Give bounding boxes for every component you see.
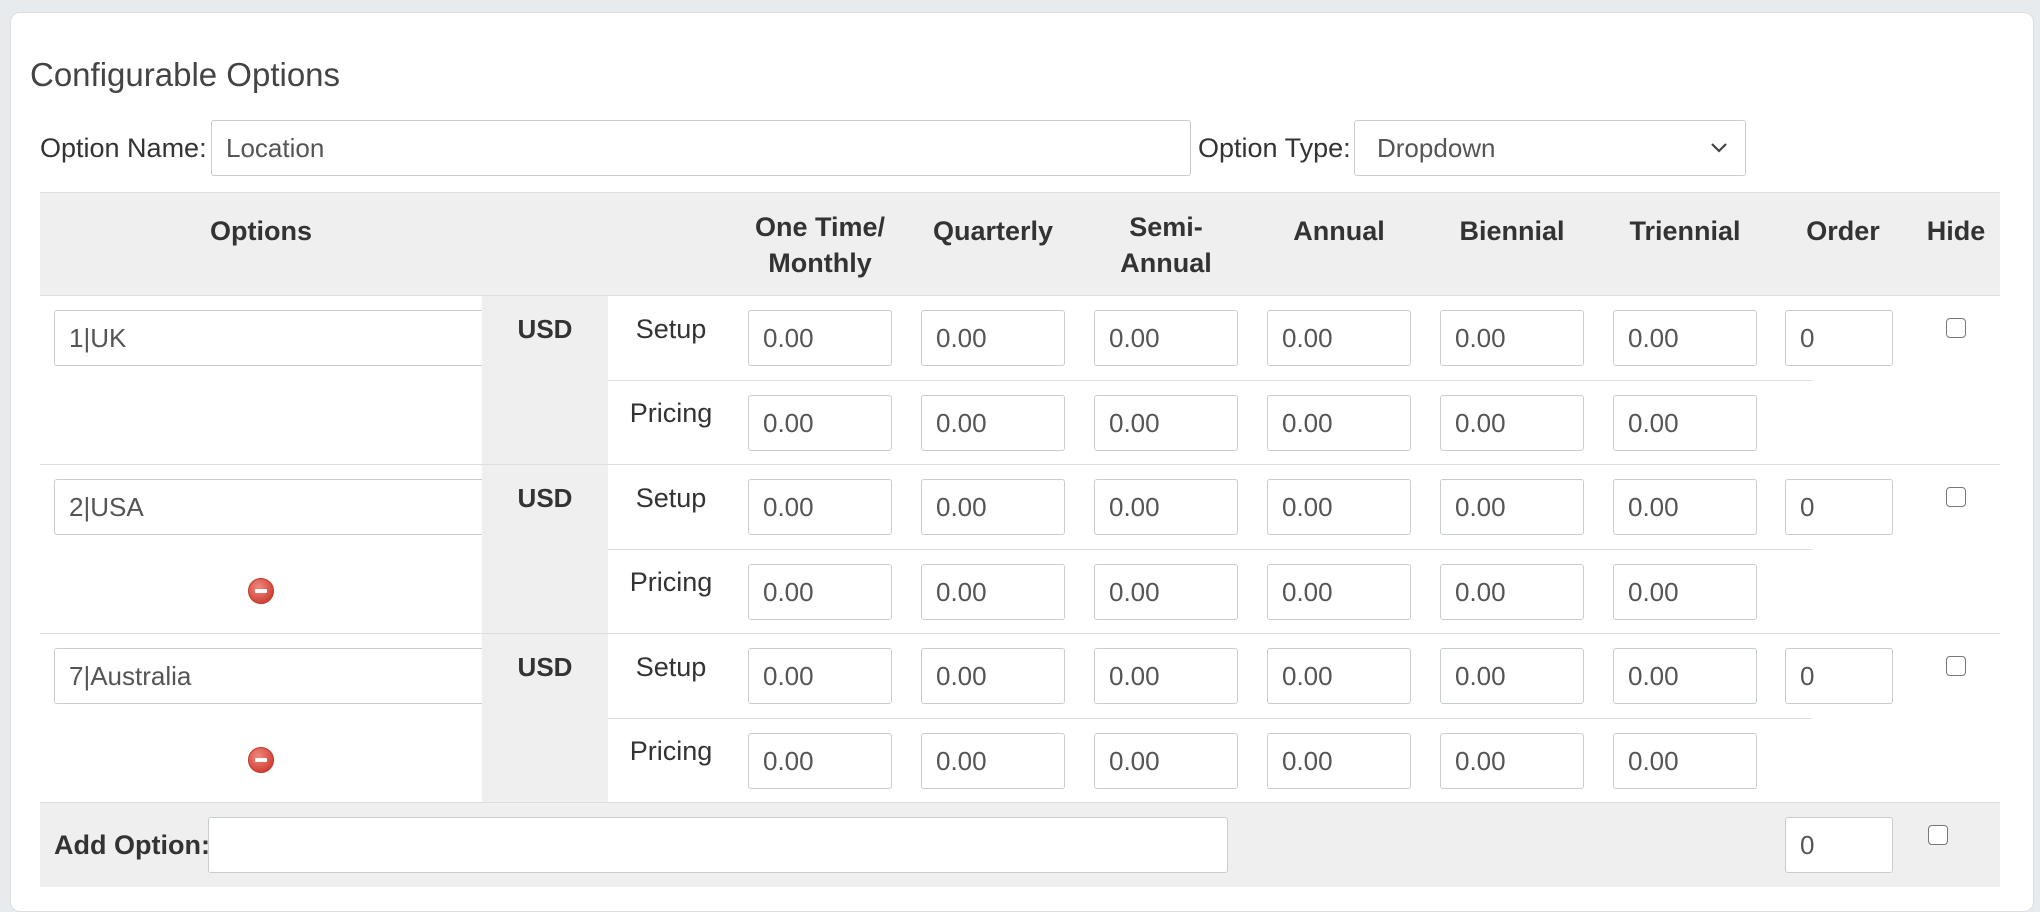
setup-triennial-input[interactable] [1613, 310, 1757, 366]
header-monthly: One Time/Monthly [754, 212, 886, 278]
currency-label: USD [517, 314, 573, 344]
setup-label: Setup [635, 483, 707, 513]
setup-annual-input[interactable] [1267, 648, 1411, 704]
add-option-input[interactable] [208, 817, 1228, 873]
setup-monthly-input[interactable] [748, 648, 892, 704]
option-type-value: Dropdown [1377, 133, 1496, 163]
currency-label: USD [517, 483, 573, 513]
remove-circle-icon[interactable] [248, 578, 274, 604]
setup-label: Setup [635, 652, 707, 682]
header-semi-annual: Semi- Annual [1120, 212, 1212, 278]
header-order: Order [1806, 216, 1880, 246]
pricing-monthly-input[interactable] [748, 564, 892, 620]
option-row: USD Setup Pricing [40, 634, 2000, 803]
pricing-table-header: Options One Time/Monthly Quarterly Semi-… [40, 192, 2000, 296]
setup-quarterly-input[interactable] [921, 479, 1065, 535]
option-name-field[interactable] [54, 310, 508, 366]
option-row: USD Setup Pricing [40, 296, 2000, 465]
header-triennial: Triennial [1629, 216, 1741, 246]
remove-circle-icon[interactable] [248, 747, 274, 773]
setup-annual-input[interactable] [1267, 479, 1411, 535]
setup-quarterly-input[interactable] [921, 310, 1065, 366]
add-option-order-input[interactable] [1785, 817, 1893, 873]
option-name-field[interactable] [54, 648, 508, 704]
header-biennial: Biennial [1459, 216, 1565, 246]
header-annual: Annual [1293, 216, 1385, 246]
order-input[interactable] [1785, 479, 1893, 535]
option-name-label: Option Name: [40, 133, 207, 163]
setup-monthly-input[interactable] [748, 479, 892, 535]
header-options: Options [210, 216, 312, 246]
pricing-annual-input[interactable] [1267, 564, 1411, 620]
order-input[interactable] [1785, 648, 1893, 704]
add-option-bar: Add Option: [40, 803, 2000, 887]
pricing-triennial-input[interactable] [1613, 395, 1757, 451]
pricing-label: Pricing [629, 736, 713, 766]
add-option-hide-checkbox[interactable] [1928, 825, 1948, 845]
pricing-annual-input[interactable] [1267, 395, 1411, 451]
pricing-monthly-input[interactable] [748, 733, 892, 789]
pricing-biennial-input[interactable] [1440, 564, 1584, 620]
setup-semi-annual-input[interactable] [1094, 310, 1238, 366]
order-input[interactable] [1785, 310, 1893, 366]
setup-biennial-input[interactable] [1440, 310, 1584, 366]
setup-triennial-input[interactable] [1613, 648, 1757, 704]
setup-triennial-input[interactable] [1613, 479, 1757, 535]
pricing-monthly-input[interactable] [748, 395, 892, 451]
chevron-down-icon [1711, 143, 1727, 153]
header-quarterly: Quarterly [932, 216, 1054, 246]
pricing-quarterly-input[interactable] [921, 733, 1065, 789]
option-name-field[interactable] [54, 479, 508, 535]
pricing-quarterly-input[interactable] [921, 564, 1065, 620]
currency-label: USD [517, 652, 573, 682]
pricing-biennial-input[interactable] [1440, 733, 1584, 789]
pricing-triennial-input[interactable] [1613, 564, 1757, 620]
pricing-quarterly-input[interactable] [921, 395, 1065, 451]
pricing-semi-annual-input[interactable] [1094, 395, 1238, 451]
option-type-label: Option Type: [1198, 133, 1351, 163]
header-hide: Hide [1926, 216, 1986, 246]
hide-checkbox[interactable] [1946, 656, 1966, 676]
setup-monthly-input[interactable] [748, 310, 892, 366]
setup-biennial-input[interactable] [1440, 648, 1584, 704]
setup-biennial-input[interactable] [1440, 479, 1584, 535]
pricing-triennial-input[interactable] [1613, 733, 1757, 789]
pricing-semi-annual-input[interactable] [1094, 564, 1238, 620]
pricing-biennial-input[interactable] [1440, 395, 1584, 451]
setup-quarterly-input[interactable] [921, 648, 1065, 704]
pricing-semi-annual-input[interactable] [1094, 733, 1238, 789]
setup-semi-annual-input[interactable] [1094, 648, 1238, 704]
hide-checkbox[interactable] [1946, 487, 1966, 507]
option-row: USD Setup Pricing [40, 465, 2000, 634]
setup-semi-annual-input[interactable] [1094, 479, 1238, 535]
add-option-label: Add Option: [54, 830, 210, 860]
setup-label: Setup [635, 314, 707, 344]
pricing-label: Pricing [629, 567, 713, 597]
pricing-annual-input[interactable] [1267, 733, 1411, 789]
option-name-input[interactable] [211, 120, 1191, 176]
hide-checkbox[interactable] [1946, 318, 1966, 338]
section-title: Configurable Options [30, 56, 341, 93]
pricing-label: Pricing [629, 398, 713, 428]
setup-annual-input[interactable] [1267, 310, 1411, 366]
option-type-select[interactable]: Dropdown [1354, 120, 1746, 176]
